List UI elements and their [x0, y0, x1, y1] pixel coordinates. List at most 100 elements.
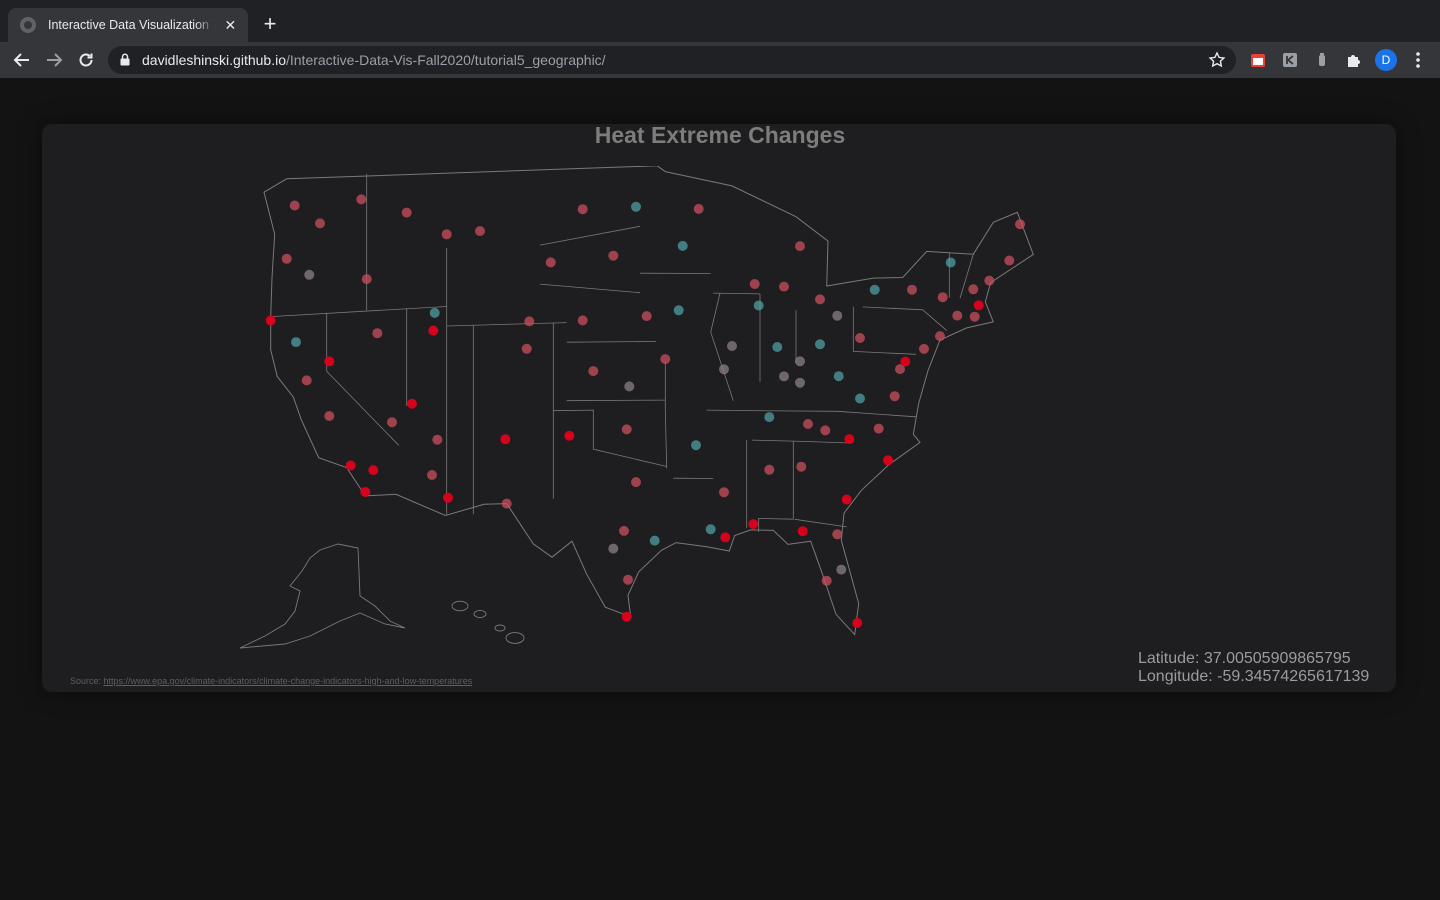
active-tab[interactable]: Interactive Data Visualization Tutorials… [8, 8, 248, 42]
station-point[interactable] [900, 356, 911, 367]
station-point[interactable] [564, 430, 575, 441]
station-point[interactable] [883, 455, 893, 466]
station-point[interactable] [719, 487, 729, 498]
station-point[interactable] [432, 434, 443, 445]
station-point[interactable] [919, 343, 929, 354]
station-point[interactable] [797, 526, 808, 537]
station-point[interactable] [772, 342, 783, 352]
station-point[interactable] [889, 391, 900, 402]
station-point[interactable] [832, 310, 843, 321]
forward-button[interactable] [42, 48, 66, 72]
station-point[interactable] [673, 305, 684, 316]
station-point[interactable] [443, 492, 453, 503]
station-point[interactable] [608, 543, 619, 554]
us-station-map[interactable] [190, 166, 1060, 676]
extension-calendar-icon[interactable] [1248, 50, 1268, 70]
station-point[interactable] [631, 201, 641, 212]
station-point[interactable] [427, 470, 437, 480]
station-point[interactable] [727, 341, 737, 351]
station-point[interactable] [401, 207, 412, 218]
station-point[interactable] [524, 316, 535, 327]
station-point[interactable] [500, 434, 511, 445]
station-point[interactable] [641, 311, 652, 322]
station-point[interactable] [588, 366, 599, 377]
station-point[interactable] [577, 315, 588, 326]
extension-k-icon[interactable] [1280, 50, 1300, 70]
back-button[interactable] [10, 48, 34, 72]
station-point[interactable] [608, 250, 619, 261]
station-point[interactable] [577, 204, 588, 215]
reload-button[interactable] [74, 48, 98, 72]
station-point[interactable] [749, 279, 760, 289]
station-point[interactable] [619, 525, 629, 536]
station-point[interactable] [345, 460, 356, 471]
station-point[interactable] [304, 269, 315, 280]
station-point[interactable] [869, 284, 880, 295]
station-point[interactable] [815, 339, 825, 350]
station-point[interactable] [291, 337, 301, 348]
station-point[interactable] [748, 519, 759, 530]
station-point[interactable] [796, 461, 807, 472]
new-tab-button[interactable]: + [258, 12, 282, 36]
station-point[interactable] [623, 574, 633, 585]
station-point[interactable] [841, 494, 852, 505]
station-point[interactable] [719, 364, 729, 375]
station-point[interactable] [832, 529, 843, 540]
station-point[interactable] [907, 284, 917, 295]
station-point[interactable] [1015, 219, 1025, 230]
station-point[interactable] [852, 618, 863, 628]
station-point[interactable] [289, 200, 300, 211]
station-point[interactable] [324, 356, 335, 367]
station-point[interactable] [720, 532, 731, 543]
station-point[interactable] [356, 194, 367, 205]
address-bar[interactable]: davidleshinski.github.io/Interactive-Dat… [108, 46, 1236, 74]
station-point[interactable] [844, 434, 855, 445]
station-point[interactable] [984, 275, 995, 286]
station-point[interactable] [968, 284, 979, 295]
station-point[interactable] [693, 203, 704, 214]
station-point[interactable] [521, 343, 532, 354]
station-point[interactable] [631, 477, 641, 488]
station-point[interactable] [803, 419, 813, 429]
station-point[interactable] [649, 535, 660, 546]
station-point[interactable] [677, 240, 688, 251]
station-point[interactable] [407, 398, 417, 409]
station-point[interactable] [973, 300, 984, 311]
station-point[interactable] [764, 412, 775, 423]
station-point[interactable] [360, 487, 371, 497]
station-point[interactable] [372, 328, 383, 339]
station-point[interactable] [836, 564, 847, 575]
bookmark-star-icon[interactable] [1208, 51, 1226, 69]
station-point[interactable] [301, 375, 312, 386]
station-point[interactable] [873, 423, 884, 434]
station-point[interactable] [969, 311, 980, 322]
station-point[interactable] [779, 371, 789, 382]
close-tab-icon[interactable]: ✕ [223, 17, 238, 34]
station-point[interactable] [753, 300, 764, 311]
station-point[interactable] [324, 411, 335, 421]
station-points[interactable] [265, 194, 1025, 628]
station-point[interactable] [821, 575, 832, 586]
station-point[interactable] [764, 464, 775, 475]
station-point[interactable] [779, 281, 789, 292]
browser-menu-icon[interactable] [1408, 50, 1428, 70]
station-point[interactable] [795, 241, 805, 252]
station-point[interactable] [820, 425, 831, 436]
profile-avatar[interactable]: D [1375, 49, 1397, 71]
station-point[interactable] [833, 371, 844, 382]
station-point[interactable] [795, 377, 805, 388]
station-point[interactable] [952, 310, 963, 321]
station-point[interactable] [621, 611, 632, 622]
station-point[interactable] [368, 465, 379, 476]
station-point[interactable] [935, 331, 945, 342]
station-point[interactable] [265, 315, 276, 326]
station-point[interactable] [705, 524, 716, 535]
station-point[interactable] [428, 325, 439, 336]
station-point[interactable] [501, 498, 512, 509]
station-point[interactable] [387, 417, 397, 428]
station-point[interactable] [624, 381, 635, 392]
extension-jar-icon[interactable] [1312, 50, 1332, 70]
station-point[interactable] [937, 292, 948, 303]
station-point[interactable] [815, 294, 825, 305]
station-point[interactable] [475, 226, 485, 237]
